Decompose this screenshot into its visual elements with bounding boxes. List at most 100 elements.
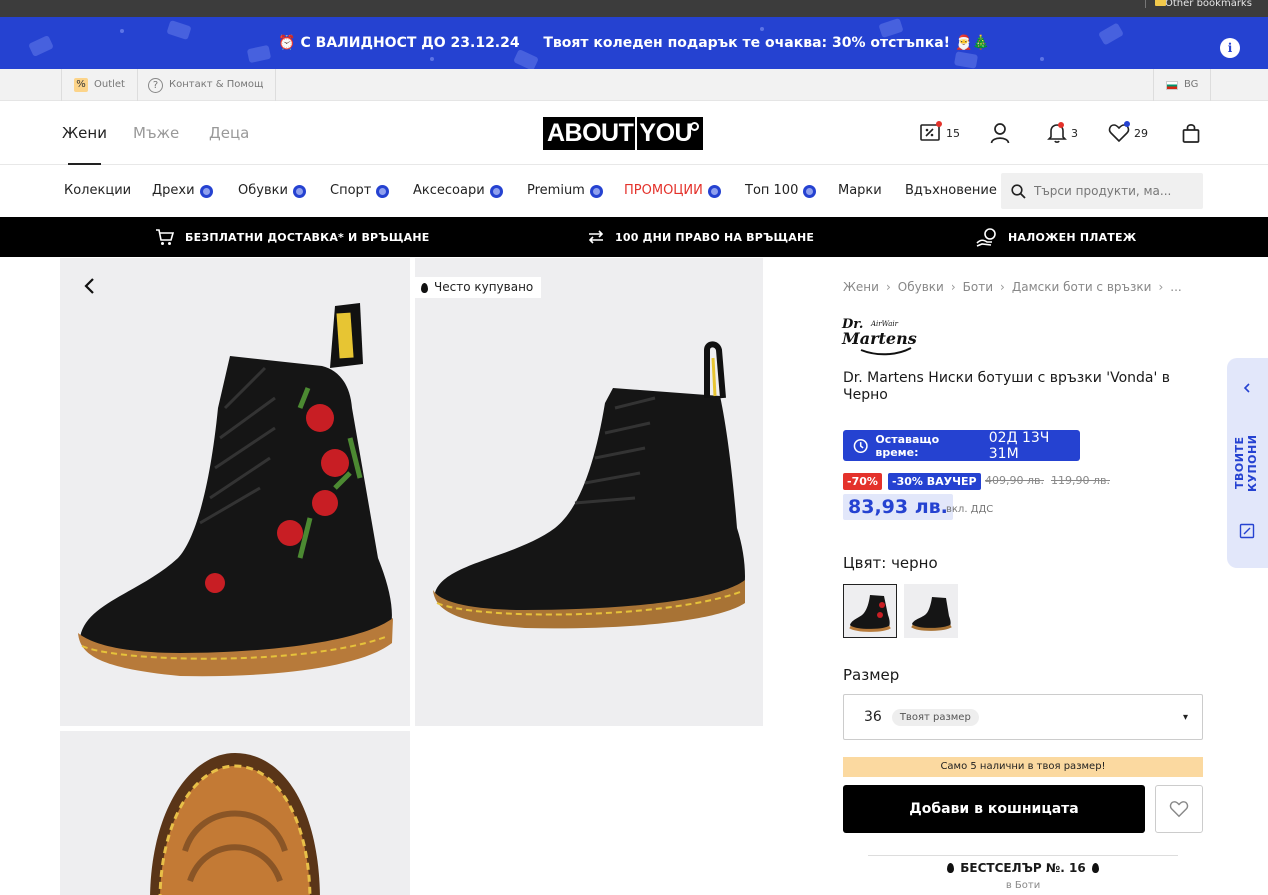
coupon-icon: [1239, 523, 1255, 539]
product-image-sole[interactable]: [60, 731, 410, 895]
benefit-label: НАЛОЖЕН ПЛАТЕЖ: [1008, 230, 1137, 244]
breadcrumb-link[interactable]: Обувки: [898, 280, 944, 294]
outlet-link[interactable]: % Outlet: [61, 69, 138, 101]
nav-label: Обувки: [238, 183, 288, 198]
gender-tab-men[interactable]: Мъже: [133, 101, 179, 165]
nav-item-accessories[interactable]: Аксесоари: [413, 165, 503, 217]
nav-item-inspiration[interactable]: Вдъхновение: [905, 165, 997, 217]
benefit-label: БЕЗПЛАТНИ ДОСТАВКА* И ВРЪЩАНЕ: [185, 230, 430, 244]
timer-label: Оставащо време:: [875, 432, 940, 459]
chevron-left-icon[interactable]: [80, 276, 100, 296]
logo-text-right: YOU: [639, 119, 693, 147]
wishlist-badge-dot: [1124, 121, 1130, 127]
discount-chip: -70%: [843, 473, 882, 490]
flame-icon: [1091, 863, 1099, 873]
nav-item-shoes[interactable]: Обувки: [238, 165, 306, 217]
current-price: 83,93 лв.: [843, 494, 953, 520]
wishlist-count: 29: [1134, 126, 1148, 140]
nav-item-sport[interactable]: Спорт: [330, 165, 390, 217]
discount-badge-icon: [707, 184, 721, 198]
product-image-main[interactable]: [60, 258, 410, 726]
notifications-button[interactable]: 3: [1047, 121, 1078, 145]
cash-hand-icon: [976, 228, 996, 247]
swatch-boot-thumbnail: [849, 595, 891, 632]
color-swatch-embroidered[interactable]: [843, 584, 897, 638]
browser-bookmark-strip: Other bookmarks: [0, 0, 1268, 17]
your-size-badge: Твоят размер: [891, 708, 979, 726]
color-swatch-plain[interactable]: [904, 584, 958, 638]
user-icon: [990, 123, 1010, 144]
cart-button[interactable]: [1182, 121, 1200, 145]
benefit-100-days: 100 ДНИ ПРАВО НА ВРЪЩАНЕ: [587, 217, 814, 257]
percent-icon: %: [74, 78, 88, 92]
bookmarks-folder[interactable]: Other bookmarks: [1143, 0, 1268, 17]
offers-count: 15: [946, 126, 960, 140]
flame-icon: [421, 282, 428, 293]
discount-badge-icon: [292, 184, 306, 198]
product-image-side[interactable]: [415, 258, 763, 726]
nav-item-clothing[interactable]: Дрехи: [152, 165, 213, 217]
outlet-label: Outlet: [94, 79, 125, 90]
gender-label: Мъже: [133, 124, 180, 142]
bulgaria-flag-icon: [1166, 80, 1178, 90]
chevron-right-icon: ›: [1158, 280, 1164, 294]
about-you-logo[interactable]: ABOUT YOU: [543, 117, 703, 150]
country-selector[interactable]: BG: [1153, 69, 1212, 101]
bestseller-label: БЕСТСЕЛЪР №. 16: [960, 861, 1086, 875]
folder-icon: [1155, 0, 1166, 6]
add-to-wishlist-button[interactable]: [1155, 785, 1203, 833]
breadcrumb-link[interactable]: Жени: [843, 280, 879, 294]
nav-item-promotions[interactable]: ПРОМОЦИИ: [624, 165, 721, 217]
search-bar[interactable]: [1001, 173, 1203, 209]
contact-help-link[interactable]: ? Контакт & Помощ: [136, 69, 277, 101]
old-price-original: 409,90 лв.: [985, 474, 1044, 487]
plain-boot-image: [433, 341, 745, 629]
swatch-boot-thumbnail: [911, 597, 952, 631]
cart-return-icon: [156, 229, 175, 245]
product-title: Dr. Martens Ниски ботуши с връзки 'Vonda…: [843, 370, 1171, 403]
coupons-side-tab[interactable]: ТВОИТЕ КУПОНИ: [1227, 358, 1268, 568]
breadcrumb-link[interactable]: Дамски боти с връзки: [1012, 280, 1152, 294]
offers-button[interactable]: 15: [920, 121, 960, 145]
promo-banner[interactable]: ⏰ С ВАЛИДНОСТ ДО 23.12.24 Твоят коледен …: [0, 17, 1268, 69]
search-input[interactable]: [1034, 184, 1184, 198]
nav-label: Колекции: [64, 183, 132, 198]
clock-icon: [853, 438, 868, 453]
dr-martens-logo-icon: Dr. AirWair Martens: [841, 317, 917, 356]
wishlist-button[interactable]: 29: [1108, 121, 1148, 145]
logo-text-left: ABOUT: [547, 119, 634, 147]
nav-item-collections[interactable]: Колекции: [64, 165, 131, 217]
size-selector[interactable]: 36 Твоят размер ▾: [843, 694, 1203, 740]
gender-label: Деца: [209, 124, 250, 142]
breadcrumb-link[interactable]: Боти: [963, 280, 993, 294]
old-price-reduced: 119,90 лв.: [1051, 474, 1110, 487]
promo-message: Твоят коледен подарък те очаква: 30% отс…: [543, 35, 951, 51]
help-icon: ?: [148, 77, 163, 93]
often-bought-badge: Често купувано: [415, 277, 542, 298]
main-header: Жени Мъже Деца ABOUT YOU 15 3 29: [0, 101, 1268, 165]
offers-badge-dot: [936, 121, 942, 127]
chevron-right-icon: ›: [1000, 280, 1005, 294]
brand-logo-dr-martens[interactable]: Dr. AirWair Martens: [841, 314, 919, 358]
breadcrumb-more[interactable]: ...: [1170, 280, 1181, 294]
nav-label: Вдъхновение: [905, 183, 997, 198]
often-bought-label: Често купувано: [434, 280, 534, 294]
add-to-cart-button[interactable]: Добави в кошницата: [843, 785, 1145, 833]
discount-badge-icon: [489, 184, 503, 198]
country-label: BG: [1184, 79, 1199, 90]
boot-sole-image: [150, 753, 320, 895]
account-button[interactable]: [990, 121, 1010, 145]
nav-item-premium[interactable]: Premium: [527, 165, 603, 217]
countdown-timer: Оставащо време: 02Д 13Ч 31М: [843, 430, 1080, 462]
nav-label: ПРОМОЦИИ: [624, 183, 703, 198]
gender-tab-kids[interactable]: Деца: [209, 101, 249, 165]
info-icon[interactable]: i: [1220, 38, 1240, 58]
discount-badge-icon: [589, 184, 603, 198]
bestseller-category: в Боти: [1005, 880, 1041, 891]
nav-item-top100[interactable]: Топ 100: [745, 165, 817, 217]
shopping-bag-icon: [1182, 124, 1200, 143]
promo-validity: С ВАЛИДНОСТ ДО 23.12.24: [300, 35, 520, 51]
gender-tab-women[interactable]: Жени: [62, 101, 107, 165]
benefits-bar: БЕЗПЛАТНИ ДОСТАВКА* И ВРЪЩАНЕ 100 ДНИ ПР…: [0, 217, 1268, 257]
nav-item-brands[interactable]: Марки: [838, 165, 882, 217]
